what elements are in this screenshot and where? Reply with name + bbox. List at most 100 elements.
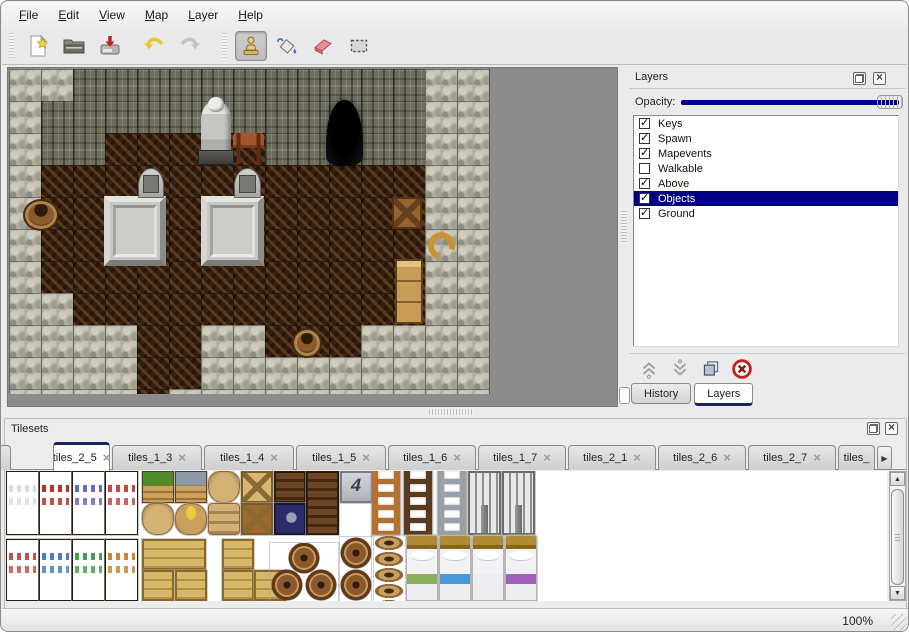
- map-tile[interactable]: [105, 389, 137, 394]
- tool-eraser-button[interactable]: [307, 31, 339, 61]
- map-tile[interactable]: [169, 197, 201, 229]
- map-tile[interactable]: [329, 261, 361, 293]
- map-tile[interactable]: [329, 197, 361, 229]
- toolbar-new-button[interactable]: [22, 31, 54, 61]
- tile-sprite-bed[interactable]: [472, 535, 504, 601]
- map-tile[interactable]: [169, 293, 201, 325]
- tileset-tab-tiles_2_6[interactable]: tiles_2_6×: [658, 445, 746, 470]
- tile-sprite-door[interactable]: [468, 471, 501, 535]
- map-tile[interactable]: [361, 69, 393, 101]
- tile-sprite-shelf[interactable]: [72, 471, 105, 535]
- resize-grip-icon[interactable]: [891, 614, 907, 630]
- map-tile[interactable]: [41, 293, 73, 325]
- map-tile[interactable]: [105, 133, 137, 165]
- layer-visibility-checkbox[interactable]: ✓: [639, 178, 650, 189]
- map-tile[interactable]: [233, 101, 265, 133]
- tileset-tab-tiles_1_4[interactable]: tiles_1_4×: [204, 445, 294, 470]
- map-tile[interactable]: [457, 293, 489, 325]
- layer-visibility-checkbox[interactable]: ✓: [639, 193, 650, 204]
- map-tile[interactable]: [393, 101, 425, 133]
- map-tile[interactable]: [41, 165, 73, 197]
- map-tile[interactable]: [457, 229, 489, 261]
- map-object-tomb[interactable]: [138, 168, 164, 198]
- tile-sprite-crateslat[interactable]: [306, 471, 339, 535]
- map-tile[interactable]: [425, 101, 457, 133]
- map-tile[interactable]: [329, 293, 361, 325]
- map-tile[interactable]: [329, 325, 361, 357]
- map-tile[interactable]: [297, 293, 329, 325]
- map-tile[interactable]: [425, 69, 457, 101]
- map-tile[interactable]: [137, 325, 169, 357]
- tileset-tab-tiles_1_3[interactable]: tiles_1_3×: [112, 445, 202, 470]
- tile-sprite-crategray[interactable]: [340, 471, 373, 503]
- tile-sprite-sackopen[interactable]: [175, 503, 207, 535]
- map-tile[interactable]: [393, 357, 425, 389]
- map-tile[interactable]: [73, 293, 105, 325]
- map-tile[interactable]: [233, 69, 265, 101]
- map-tile[interactable]: [201, 357, 233, 389]
- tile-sprite-bed[interactable]: [505, 535, 537, 601]
- map-tile[interactable]: [393, 325, 425, 357]
- map-tile[interactable]: [41, 357, 73, 389]
- tile-sprite-cratey[interactable]: [222, 570, 254, 601]
- map-tile[interactable]: [201, 389, 233, 394]
- tile-sprite-sackpile[interactable]: [208, 503, 240, 535]
- tileset-scrollbar[interactable]: ▲ ▼: [889, 471, 906, 601]
- close-tab-icon[interactable]: ×: [813, 453, 821, 463]
- map-tile[interactable]: [201, 325, 233, 357]
- raise-layer-button[interactable]: [637, 357, 661, 381]
- tile-sprite-cratey[interactable]: [175, 570, 207, 601]
- close-panel-icon[interactable]: [885, 422, 898, 435]
- menu-view[interactable]: View: [90, 5, 134, 25]
- map-tile[interactable]: [457, 197, 489, 229]
- layer-visibility-checkbox[interactable]: [639, 163, 650, 174]
- map-tile[interactable]: [9, 101, 41, 133]
- map-tile[interactable]: [265, 165, 297, 197]
- map-tile[interactable]: [233, 293, 265, 325]
- tileset-tab-tiles_1_5[interactable]: tiles_1_5×: [296, 445, 386, 470]
- map-tile[interactable]: [329, 165, 361, 197]
- map-tile[interactable]: [425, 357, 457, 389]
- close-tab-icon[interactable]: ×: [453, 453, 461, 463]
- map-tile[interactable]: [137, 69, 169, 101]
- map-tile[interactable]: [137, 389, 169, 394]
- tool-stamp-button[interactable]: [235, 31, 267, 61]
- map-tile[interactable]: [9, 229, 41, 261]
- map-tile[interactable]: [361, 197, 393, 229]
- close-tab-icon[interactable]: ×: [270, 453, 278, 463]
- close-tab-icon[interactable]: ×: [178, 453, 186, 463]
- tile-sprite-shelf[interactable]: [105, 471, 138, 535]
- map-tile[interactable]: [265, 293, 297, 325]
- menu-file[interactable]: File: [10, 5, 47, 25]
- map-tile[interactable]: [73, 133, 105, 165]
- map-object-slab[interactable]: [104, 196, 166, 266]
- map-tile[interactable]: [233, 325, 265, 357]
- map-tile[interactable]: [361, 101, 393, 133]
- horizontal-splitter-handle[interactable]: [429, 409, 473, 415]
- tile-sprite-barrelpyr[interactable]: [270, 543, 338, 601]
- tile-sprite-shelf[interactable]: [39, 539, 72, 601]
- map-tile[interactable]: [457, 325, 489, 357]
- map-tile[interactable]: [297, 357, 329, 389]
- map-tile[interactable]: [265, 357, 297, 389]
- map-tile[interactable]: [425, 197, 457, 229]
- map-object-slab[interactable]: [201, 196, 264, 266]
- tile-sprite-door[interactable]: [502, 471, 535, 535]
- tile-sprite-barrelstack[interactable]: [340, 537, 373, 601]
- tool-select-button[interactable]: [343, 31, 375, 61]
- map-tile[interactable]: [297, 229, 329, 261]
- tile-sprite-sack[interactable]: [208, 471, 240, 503]
- layer-row-spawn[interactable]: ✓Spawn: [634, 131, 898, 146]
- tileset-tab-tiles_2_7[interactable]: tiles_2_7×: [748, 445, 836, 470]
- map-tile[interactable]: [137, 293, 169, 325]
- tile-sprite-bed[interactable]: [439, 535, 471, 601]
- tab-history[interactable]: History: [631, 383, 691, 404]
- map-tile[interactable]: [73, 165, 105, 197]
- close-tab-icon[interactable]: ×: [103, 453, 110, 463]
- duplicate-layer-button[interactable]: [699, 357, 723, 381]
- layer-visibility-checkbox[interactable]: ✓: [639, 118, 650, 129]
- map-tile[interactable]: [393, 69, 425, 101]
- map-tile[interactable]: [73, 389, 105, 394]
- close-tab-icon[interactable]: ×: [633, 453, 641, 463]
- map-tile[interactable]: [297, 69, 329, 101]
